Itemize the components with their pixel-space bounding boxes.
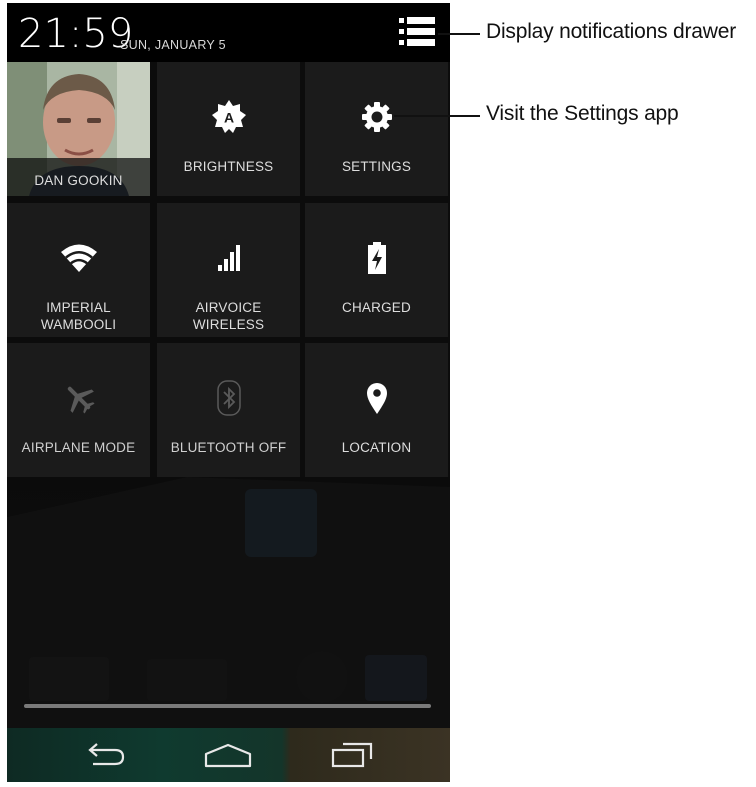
quick-settings-screen: 21:59 SUN, JANUARY 5 DAN GOOKIN A BRIGHT… (7, 3, 450, 782)
wifi-tile[interactable]: IMPERIAL WAMBOOLI (7, 203, 150, 337)
airplane-mode-tile[interactable]: AIRPLANE MODE (7, 343, 150, 477)
wifi-network-name-line2: WAMBOOLI (40, 317, 117, 332)
gear-icon (361, 102, 392, 132)
recent-apps-button[interactable] (307, 728, 397, 782)
settings-callout-line (394, 115, 480, 117)
airplane-icon (67, 386, 95, 414)
location-tile[interactable]: LOCATION (305, 343, 448, 477)
user-name-label: DAN GOOKIN (34, 173, 123, 188)
dimmed-wallpaper (7, 477, 450, 728)
location-pin-icon (366, 383, 387, 414)
back-button[interactable] (59, 728, 149, 782)
settings-tile[interactable]: SETTINGS (305, 62, 448, 196)
wifi-icon (60, 244, 97, 272)
home-icon (204, 743, 252, 768)
cellular-tile[interactable]: AIRVOICE WIRELESS (157, 203, 300, 337)
date: SUN, JANUARY 5 (120, 38, 226, 52)
back-arrow-icon (88, 743, 125, 766)
location-label: LOCATION (341, 440, 412, 455)
dimmed-home-screen (7, 477, 450, 728)
battery-charging-icon (367, 242, 386, 274)
drawer-callout-line (438, 33, 480, 35)
panel-handle-divider[interactable] (24, 704, 431, 708)
brightness-auto-icon: A (211, 100, 246, 133)
bluetooth-tile[interactable]: BLUETOOTH OFF (157, 343, 300, 477)
clock: 21:59 (18, 11, 134, 57)
status-bar: 21:59 SUN, JANUARY 5 (7, 3, 450, 62)
settings-label: SETTINGS (341, 159, 412, 174)
home-button[interactable] (183, 728, 273, 782)
user-tile[interactable]: DAN GOOKIN (7, 62, 150, 196)
svg-text:A: A (223, 110, 233, 126)
brightness-tile[interactable]: A BRIGHTNESS (157, 62, 300, 196)
settings-callout: Visit the Settings app (486, 102, 679, 125)
notifications-list-icon (399, 17, 435, 46)
bluetooth-off-icon (216, 380, 241, 416)
wifi-network-name-line1: IMPERIAL (46, 300, 111, 315)
carrier-name-line2: WIRELESS (192, 317, 265, 332)
brightness-label: BRIGHTNESS (183, 159, 274, 174)
navigation-bar (7, 728, 450, 782)
cellular-signal-icon (217, 245, 240, 271)
recent-apps-icon (331, 742, 373, 768)
notifications-drawer-button[interactable] (397, 15, 437, 51)
battery-label: CHARGED (342, 300, 411, 315)
battery-tile[interactable]: CHARGED (305, 203, 448, 337)
bluetooth-label: BLUETOOTH OFF (170, 440, 287, 455)
airplane-mode-label: AIRPLANE MODE (21, 440, 136, 455)
carrier-name-line1: AIRVOICE (195, 300, 262, 315)
drawer-callout: Display notifications drawer (486, 20, 737, 43)
